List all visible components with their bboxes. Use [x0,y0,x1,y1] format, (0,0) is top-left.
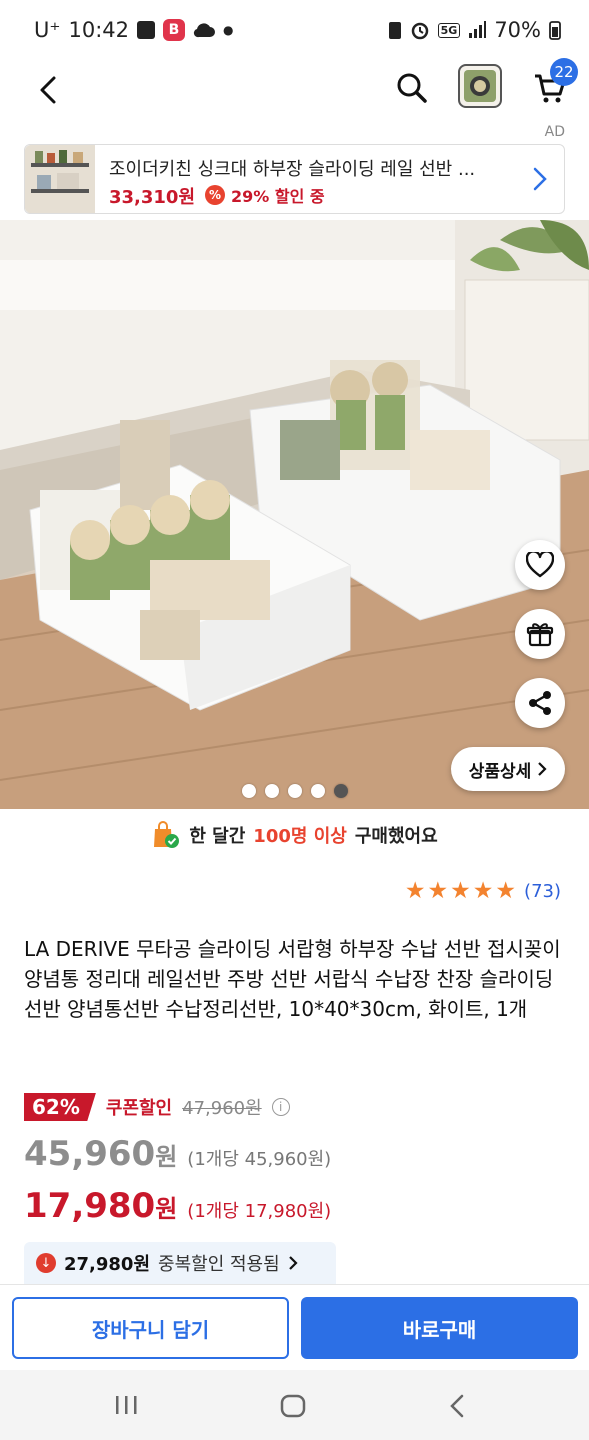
battery-icon [549,21,561,40]
alarm-icon [411,22,428,40]
gallery-dot[interactable] [242,784,256,798]
star-icon: ★ [427,878,449,904]
coupon-price: 17,980 [24,1186,156,1226]
home-button[interactable] [280,1394,306,1422]
duplicate-discount-amount: 27,980원 [64,1254,151,1275]
share-icon [529,691,551,715]
discount-percent-badge: 62% [24,1093,96,1121]
cloud-icon [193,23,215,38]
coupon-unit-price: (1개당 17,980원) [187,1201,332,1222]
gallery-dot[interactable] [311,784,325,798]
status-left: U⁺ 10:42 B ● [34,18,233,42]
ad-thumbnail [25,145,95,213]
notification-icon [137,21,155,39]
down-arrow-icon: ↓ [36,1253,56,1273]
ad-price: 33,310원 [109,187,196,208]
recent-apps-button[interactable] [112,1394,142,1420]
rating-summary[interactable]: ★ ★ ★ ★ ★ (73) [405,880,561,903]
ad-title: 조이더키친 싱크대 하부장 슬라이딩 레일 선반 ... [109,159,476,180]
back-button[interactable] [30,68,66,112]
bottom-action-bar: 장바구니 담기 바로구매 [0,1284,589,1370]
sale-price: 45,960 [24,1134,156,1174]
signal-icon [469,21,487,38]
discount-row: 62% 쿠폰할인 47,960원 i [24,1090,290,1124]
dot-icon: ● [223,23,234,37]
info-icon[interactable]: i [271,1098,290,1116]
product-detail-button[interactable]: 상품상세 [451,747,565,791]
notice-prefix: 한 달간 [189,826,246,847]
duplicate-discount-box[interactable]: ↓ 27,980원 중복할인 적용됨 [24,1242,336,1284]
clock: 10:42 [68,18,129,42]
sale-price-currency: 원 [155,1143,178,1171]
nav-back-icon [450,1394,464,1418]
home-icon [280,1394,306,1418]
watch-thumbnail-icon [464,70,496,102]
product-image-gallery[interactable] [0,220,589,809]
battery-percent: 70% [494,18,541,42]
duplicate-discount-label: 중복할인 적용됨 [158,1254,280,1275]
carrier-label: U⁺ [34,18,61,42]
gift-button[interactable] [515,609,565,659]
recent-product-thumb[interactable] [458,64,502,108]
shopping-bag-check-icon [154,821,180,848]
status-right: 5G 70% [388,18,561,42]
review-count[interactable]: (73) [524,881,561,902]
sale-unit-price: (1개당 45,960원) [187,1149,332,1170]
chevron-right-icon [538,762,547,776]
recent-apps-icon [116,1396,137,1414]
discount-tag-icon: % [205,185,225,205]
add-to-cart-button[interactable]: 장바구니 담기 [12,1297,289,1359]
system-nav-bar [0,1370,589,1440]
ad-product-image [25,145,95,213]
gallery-dot-active[interactable] [334,784,348,798]
b-app-icon: B [163,19,185,41]
status-bar: U⁺ 10:42 B ● 5G 70% [0,0,589,60]
network-type: 5G [437,22,461,38]
purchase-notice: 한 달간 100명 이상 구매했어요 [0,818,589,852]
gallery-dot[interactable] [288,784,302,798]
star-icon: ★ [450,878,471,904]
buy-now-button[interactable]: 바로구매 [301,1297,578,1359]
ad-banner[interactable]: 조이더키친 싱크대 하부장 슬라이딩 레일 선반 ... 33,310원 % 2… [24,144,565,214]
product-photo [0,220,589,809]
star-icon: ★ [472,878,494,904]
star-icon: ★ [495,878,517,904]
chevron-right-icon [533,167,547,191]
coupon-price-row: 17,980원 (1개당 17,980원) [24,1186,331,1226]
star-icon: ★ [404,878,426,904]
cart-count-badge: 22 [550,58,578,86]
notice-suffix: 구매했어요 [354,826,438,847]
chevron-right-icon [288,1256,298,1270]
nav-back-button[interactable] [448,1394,466,1422]
product-detail-label: 상품상세 [468,761,532,782]
search-icon [397,73,427,103]
ad-discount: % 29% 할인 중 [205,183,325,207]
gift-icon [526,623,554,647]
search-button[interactable] [392,66,432,110]
sale-price-row: 45,960원 (1개당 45,960원) [24,1134,331,1174]
coupon-price-currency: 원 [155,1195,178,1223]
wishlist-button[interactable] [515,540,565,590]
product-title: LA DERIVE 무타공 슬라이딩 서랍형 하부장 수납 선반 접시꽂이 양념… [24,937,561,1021]
app-header [0,60,589,120]
battery-saver-icon [388,22,401,39]
back-arrow-icon [40,76,56,104]
ad-discount-text: 29% 할인 중 [231,187,325,206]
notice-highlight: 100명 이상 [253,826,347,847]
gallery-dot[interactable] [265,784,279,798]
original-price: 47,960원 [182,1098,262,1119]
ad-chevron [533,167,547,195]
share-button[interactable] [515,678,565,728]
heart-icon [526,552,554,578]
coupon-discount-label: 쿠폰할인 [105,1098,173,1119]
ad-label: AD [544,124,565,140]
gallery-pagination [242,784,348,798]
